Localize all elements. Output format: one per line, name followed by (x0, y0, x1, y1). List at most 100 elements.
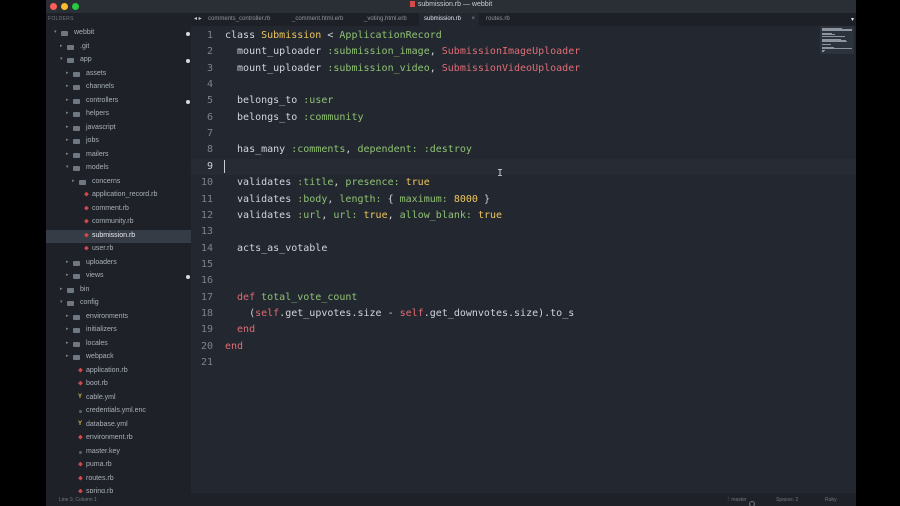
sidebar-item-environments[interactable]: ▸ environments (46, 311, 191, 324)
chevron-down-icon[interactable]: ▾ (66, 164, 69, 170)
branch-status-icon (748, 501, 755, 506)
code-line[interactable]: 13 (191, 224, 856, 240)
tab-label: routes.rb (486, 16, 510, 22)
sidebar-item-user-rb[interactable]: ⬥ user.rb (46, 243, 191, 256)
code-line[interactable]: 18 (self.get_upvotes.size - self.get_dow… (191, 306, 856, 322)
sidebar-item-label: helpers (86, 110, 109, 117)
sidebar-item-channels[interactable]: ▸ channels (46, 81, 191, 94)
tab-comments-controller-rb[interactable]: comments_controller.rb (203, 13, 283, 26)
sidebar-item-webbit[interactable]: ▾ webbit (46, 27, 191, 40)
sidebar-item-label: database.yml (86, 420, 128, 428)
code-editor[interactable]: 1 class Submission < ApplicationRecord 2 m… (191, 26, 856, 493)
code-line[interactable]: 14 acts_as_votable (191, 241, 856, 257)
sidebar-item-boot-rb[interactable]: ⬥ boot.rb (46, 378, 191, 391)
chevron-right-icon[interactable]: ▸ (66, 83, 69, 89)
sidebar-item-webpack[interactable]: ▸ webpack (46, 351, 191, 364)
code-line[interactable]: 21 (191, 355, 856, 371)
sidebar-item-app[interactable]: ▾ app (46, 54, 191, 67)
chevron-right-icon[interactable]: ▸ (66, 70, 69, 76)
sidebar-item-label: uploaders (86, 258, 117, 266)
tab-submission-rb[interactable]: submission.rb × (419, 13, 479, 26)
sidebar-item-credentials-yml-enc[interactable]: credentials.yml.enc (46, 405, 191, 418)
code-line[interactable]: 11 validates :body, length: { maximum: 8… (191, 192, 856, 208)
code-line[interactable]: 15 (191, 257, 856, 273)
chevron-down-icon[interactable]: ▾ (60, 56, 63, 62)
chevron-right-icon[interactable]: ▸ (66, 272, 69, 278)
code-line[interactable]: 1 class Submission < ApplicationRecord (191, 28, 856, 44)
sidebar-item-submission-rb[interactable]: ⬥ submission.rb (46, 229, 191, 243)
code-line[interactable]: 20 end (191, 339, 856, 355)
git-branch[interactable]: ᚴ master (727, 497, 755, 506)
chevron-right-icon[interactable]: ▸ (66, 340, 69, 346)
sidebar-item-puma-rb[interactable]: ⬥ puma.rb (46, 459, 191, 472)
close-tab-icon[interactable]: × (471, 16, 475, 22)
chevron-right-icon[interactable]: ▸ (66, 137, 69, 143)
tab-overflow-menu-button[interactable]: ▾ (851, 16, 854, 23)
chevron-right-icon[interactable]: ▸ (60, 286, 63, 292)
chevron-right-icon[interactable]: ▸ (72, 178, 75, 184)
sidebar-item-jobs[interactable]: ▸ jobs (46, 135, 191, 148)
code-line[interactable]: 4 (191, 77, 856, 93)
chevron-right-icon[interactable]: ▸ (66, 313, 69, 319)
chevron-right-icon[interactable]: ▸ (66, 353, 69, 359)
tab-navigation-arrows[interactable]: ◂ ▸ (194, 15, 202, 22)
sidebar-item-bin[interactable]: ▸ bin (46, 284, 191, 297)
code-line[interactable]: 8 has_many :comments, dependent: :destro… (191, 142, 856, 158)
chevron-right-icon[interactable]: ▸ (66, 151, 69, 157)
code-line[interactable]: 3 mount_uploader :submission_video, Subm… (191, 61, 856, 77)
cursor-position[interactable]: Line 9, Column 1 (59, 497, 97, 503)
chevron-right-icon[interactable]: ▸ (66, 259, 69, 265)
sidebar-item-assets[interactable]: ▸ assets (46, 68, 191, 81)
sidebar-item-git[interactable]: ▸ .git (46, 41, 191, 54)
tab-voting-html-erb[interactable]: _voting.html.erb (359, 13, 417, 26)
code-line[interactable]: 7 (191, 126, 856, 142)
code-line[interactable]: 16 (191, 273, 856, 289)
code-line[interactable]: 2 mount_uploader :submission_image, Subm… (191, 44, 856, 60)
sidebar-item-views[interactable]: ▸ views (46, 270, 191, 283)
sidebar-item-helpers[interactable]: ▸ helpers (46, 108, 191, 121)
sidebar-item-community-rb[interactable]: ⬥ community.rb (46, 216, 191, 229)
indentation-setting[interactable]: Spaces: 2 (776, 497, 798, 503)
sidebar-item-cable-yml[interactable]: Ycable.yml (46, 392, 191, 405)
sidebar-item-initializers[interactable]: ▸ initializers (46, 324, 191, 337)
ruby-file-icon: ⬥ (84, 231, 89, 239)
sidebar-item-master-key[interactable]: master.key (46, 446, 191, 459)
code-line[interactable]: 19 end (191, 322, 856, 338)
modified-indicator-dot (186, 59, 190, 63)
sidebar-item-mailers[interactable]: ▸ mailers (46, 149, 191, 162)
chevron-right-icon[interactable]: ▸ (66, 326, 69, 332)
chevron-down-icon[interactable]: ▾ (60, 299, 63, 305)
sidebar-item-javascript[interactable]: ▸ javascript (46, 122, 191, 135)
chevron-right-icon[interactable]: ▸ (66, 97, 69, 103)
sidebar-item-environment-rb[interactable]: ⬥ environment.rb (46, 432, 191, 445)
sidebar-item-config[interactable]: ▾ config (46, 297, 191, 310)
code-line[interactable]: 12 validates :url, url: true, allow_blan… (191, 208, 856, 224)
code-line[interactable]: 5 belongs_to :user (191, 93, 856, 109)
chevron-right-icon[interactable]: ▸ (66, 110, 69, 116)
chevron-right-icon[interactable]: ▸ (66, 124, 69, 130)
tab-comment-html-erb[interactable]: _comment.html.erb (287, 13, 357, 26)
line-number: 1 (206, 30, 213, 41)
line-number: 6 (206, 111, 213, 123)
code-line[interactable]: 10 validates :title, presence: true (191, 175, 856, 191)
sidebar-item-routes-rb[interactable]: ⬥ routes.rb (46, 473, 191, 486)
minimap[interactable] (820, 26, 854, 54)
tab-routes-rb[interactable]: routes.rb (481, 13, 531, 26)
sidebar-item-application-record-rb[interactable]: ⬥ application_record.rb (46, 189, 191, 202)
code-line[interactable]: 9 (191, 158, 856, 175)
code-line[interactable]: 6 belongs_to :community (191, 110, 856, 126)
code-text: end (225, 340, 244, 352)
sidebar-item-uploaders[interactable]: ▸ uploaders (46, 257, 191, 270)
sidebar-item-models[interactable]: ▾ models (46, 162, 191, 175)
chevron-right-icon[interactable]: ▸ (60, 43, 63, 49)
code-line[interactable]: 17 def total_vote_count (191, 290, 856, 306)
sidebar-item-comment-rb[interactable]: ⬥ comment.rb (46, 203, 191, 216)
sidebar-item-controllers[interactable]: ▸ controllers (46, 95, 191, 108)
sidebar-item-locales[interactable]: ▸ locales (46, 338, 191, 351)
sidebar-item-spring-rb[interactable]: ⬥ spring.rb (46, 486, 191, 493)
sidebar-item-application-rb[interactable]: ⬥ application.rb (46, 365, 191, 378)
sidebar-item-concerns[interactable]: ▸ concerns (46, 176, 191, 189)
syntax-selector[interactable]: Ruby (825, 497, 837, 503)
chevron-down-icon[interactable]: ▾ (54, 29, 57, 35)
sidebar-item-database-yml[interactable]: Ydatabase.yml (46, 419, 191, 432)
